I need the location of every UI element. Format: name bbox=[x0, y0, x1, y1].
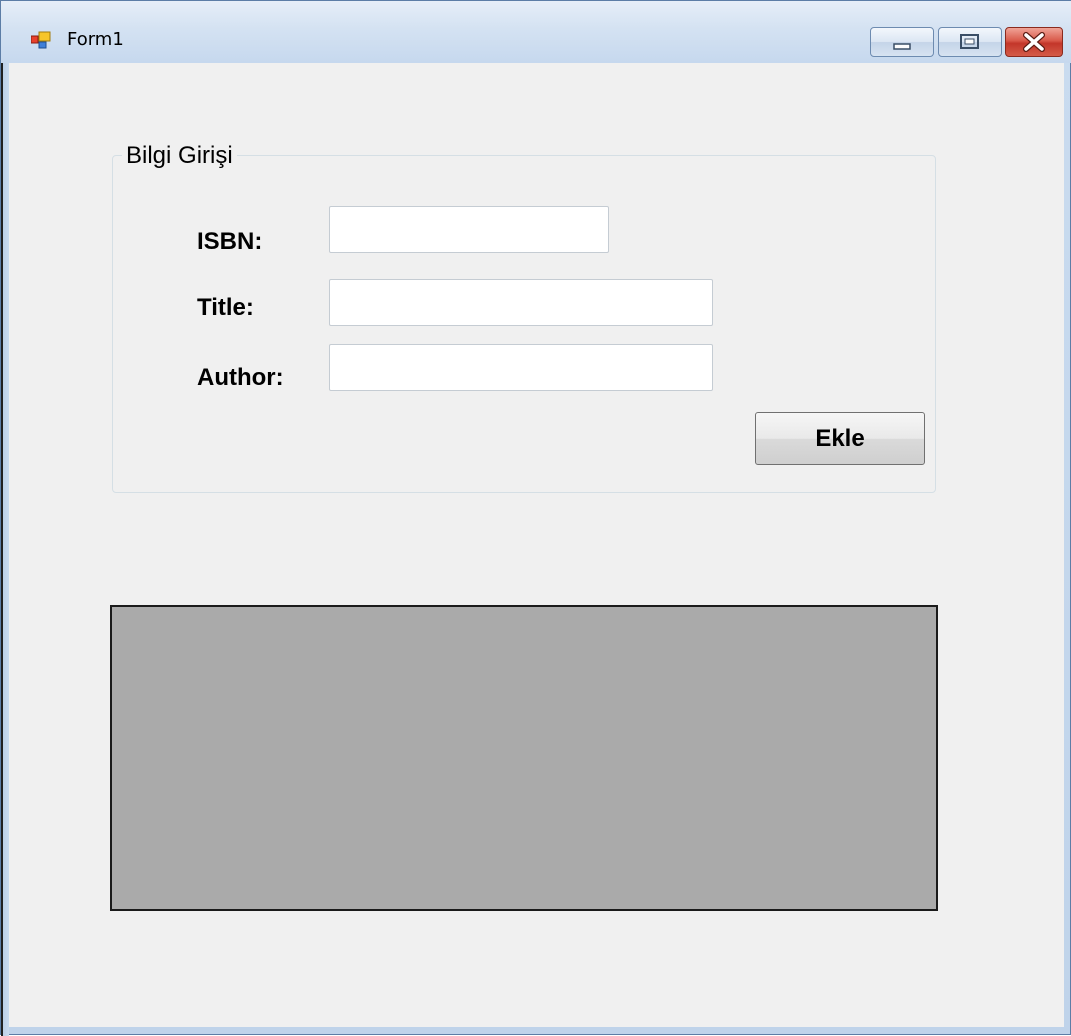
close-button[interactable] bbox=[1005, 27, 1063, 57]
form1-window: Form1 Bilgi Girişi ISBN: Title: Author: … bbox=[0, 0, 1071, 1036]
window-left-border bbox=[1, 63, 9, 1036]
bilgi-girisi-groupbox: Bilgi Girişi ISBN: Title: Author: Ekle bbox=[112, 142, 936, 493]
isbn-input[interactable] bbox=[329, 206, 609, 253]
title-label: Title: bbox=[197, 294, 254, 321]
maximize-button[interactable] bbox=[938, 27, 1002, 57]
winforms-app-icon bbox=[30, 31, 51, 49]
title-bar[interactable]: Form1 bbox=[1, 1, 1071, 63]
gray-panel bbox=[110, 605, 938, 911]
author-label: Author: bbox=[197, 364, 284, 391]
isbn-label: ISBN: bbox=[197, 228, 263, 255]
groupbox-title: Bilgi Girişi bbox=[122, 142, 237, 170]
minimize-button[interactable] bbox=[870, 27, 934, 57]
form-client-area: Bilgi Girişi ISBN: Title: Author: Ekle bbox=[9, 63, 1064, 1027]
author-input[interactable] bbox=[329, 344, 713, 391]
ekle-button[interactable]: Ekle bbox=[755, 412, 925, 465]
window-title: Form1 bbox=[67, 29, 124, 50]
title-input[interactable] bbox=[329, 279, 713, 326]
